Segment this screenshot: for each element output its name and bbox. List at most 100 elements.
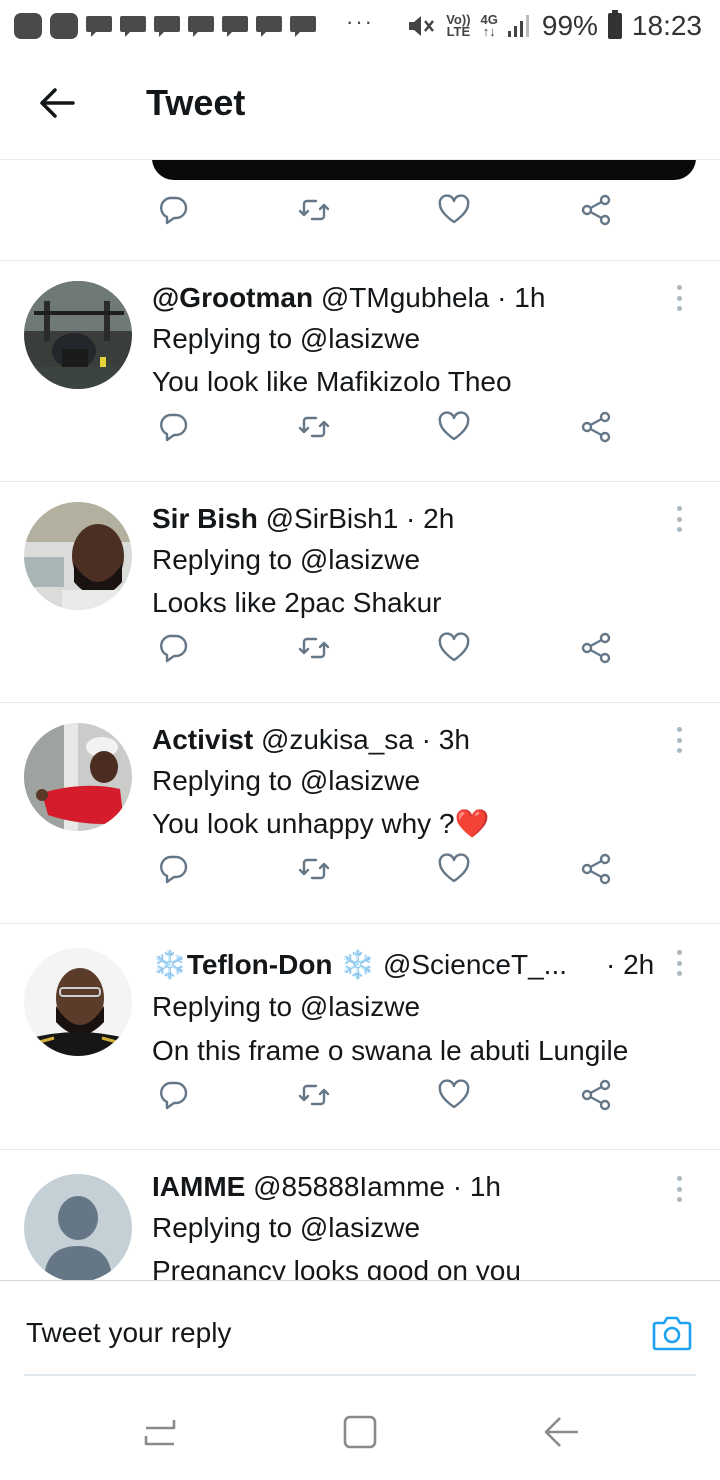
message-notification-icon (86, 16, 112, 37)
display-name[interactable]: IAMME (152, 1171, 245, 1202)
username: @ScienceT_... (382, 949, 568, 980)
reply-button[interactable] (153, 849, 193, 889)
app-notification-icon (50, 13, 78, 39)
share-button[interactable] (576, 628, 616, 668)
replying-to[interactable]: Replying to @lasizwe (152, 1211, 420, 1245)
like-button[interactable] (434, 628, 474, 668)
replying-to[interactable]: Replying to @lasizwe (152, 764, 420, 798)
camera-button[interactable] (650, 1311, 694, 1355)
heart-icon (438, 853, 470, 883)
back-nav-icon (544, 1417, 578, 1447)
replying-to[interactable]: Replying to @lasizwe (152, 322, 420, 356)
retweet-button[interactable] (294, 849, 334, 889)
avatar[interactable] (24, 502, 132, 610)
heart-icon (438, 632, 470, 662)
retweet-icon (298, 858, 330, 880)
app-notification-icon (14, 13, 42, 39)
more-options-button[interactable] (668, 948, 690, 978)
message-notification-icon (256, 16, 282, 37)
tweet-text: Looks like 2pac Shakur (152, 587, 442, 618)
tweet-actions (0, 407, 720, 457)
retweet-button[interactable] (294, 628, 334, 668)
tweet-header: ❄️Teflon-Don ❄️ @ScienceT_... (152, 948, 652, 982)
retweet-icon (298, 199, 330, 221)
more-notifications-icon: ··· (346, 9, 374, 34)
reply-button[interactable] (153, 407, 193, 447)
reply-icon (160, 634, 188, 663)
top-app-bar: Tweet (0, 52, 720, 160)
avatar[interactable] (24, 723, 132, 831)
like-button[interactable] (434, 849, 474, 889)
network-type-indicator: 4G ↑↓ (480, 12, 498, 39)
reply-input[interactable]: Tweet your reply (26, 1317, 231, 1349)
reply-tweet[interactable]: Sir Bish @SirBish1 · 2h Replying to @las… (0, 482, 720, 703)
avatar[interactable] (24, 281, 132, 389)
username-time: @85888Iamme · 1h (253, 1171, 501, 1202)
tweet-text: Pregnancy looks good on you (152, 1255, 521, 1280)
reply-button[interactable] (153, 1075, 193, 1115)
tweet-header: @Grootman @TMgubhela · 1h (152, 281, 652, 315)
battery-percent: 99% (541, 10, 598, 41)
more-options-button[interactable] (668, 504, 690, 534)
like-button[interactable] (434, 1075, 474, 1115)
like-button[interactable] (434, 190, 474, 230)
back-nav-button[interactable] (542, 1412, 582, 1452)
reply-icon (160, 196, 188, 225)
home-icon (343, 1415, 377, 1449)
display-name[interactable]: Activist (152, 724, 253, 755)
retweet-button[interactable] (294, 1075, 334, 1115)
share-icon (581, 194, 611, 226)
username-time: @TMgubhela · 1h (320, 282, 546, 313)
username-time: @zukisa_sa · 3h (260, 724, 470, 755)
clock: 18:23 (631, 10, 702, 41)
tweet-header: Sir Bish @SirBish1 · 2h (152, 502, 652, 536)
retweet-button[interactable] (294, 407, 334, 447)
tweet-actions (0, 628, 720, 678)
reply-tweet[interactable]: ❄️Teflon-Don ❄️ @ScienceT_... · 2h Reply… (0, 924, 720, 1149)
display-name[interactable]: @Grootman (152, 282, 313, 313)
reply-icon (160, 413, 188, 442)
reply-tweet[interactable]: Activist @zukisa_sa · 3h Replying to @la… (0, 703, 720, 924)
reply-icon (160, 1081, 188, 1110)
message-notification-icon (188, 16, 214, 37)
message-notification-icon (120, 16, 146, 37)
replying-to[interactable]: Replying to @lasizwe (152, 543, 420, 577)
tweet-text: You look unhappy why ?❤️ (152, 808, 490, 839)
more-options-button[interactable] (668, 725, 690, 755)
reply-button[interactable] (153, 628, 193, 668)
share-button[interactable] (576, 849, 616, 889)
tweet-time: · 2h (606, 949, 655, 980)
more-options-button[interactable] (668, 1174, 690, 1204)
share-button[interactable] (576, 190, 616, 230)
home-button[interactable] (340, 1412, 380, 1452)
retweet-icon (298, 416, 330, 438)
reply-tweet[interactable]: IAMME @85888Iamme · 1h Replying to @lasi… (0, 1150, 720, 1280)
more-options-button[interactable] (668, 283, 690, 313)
tweet-header: IAMME @85888Iamme · 1h (152, 1170, 652, 1204)
message-notification-icon (290, 16, 316, 37)
back-button[interactable] (36, 82, 78, 124)
mute-icon (409, 16, 435, 36)
share-button[interactable] (576, 407, 616, 447)
heart-icon (438, 1079, 470, 1109)
camera-icon (652, 1316, 692, 1351)
heart-icon (438, 411, 470, 441)
display-name[interactable]: Sir Bish (152, 503, 258, 534)
reply-tweet[interactable]: @Grootman @TMgubhela · 1h Replying to @l… (0, 261, 720, 482)
replying-to[interactable]: Replying to @lasizwe (152, 990, 420, 1024)
default-avatar[interactable] (24, 1174, 132, 1280)
retweet-button[interactable] (294, 190, 334, 230)
avatar[interactable] (24, 948, 132, 1056)
back-arrow-icon (40, 88, 75, 118)
reply-composer: Tweet your reply (0, 1280, 720, 1376)
retweet-icon (298, 1084, 330, 1106)
reply-button[interactable] (153, 190, 193, 230)
recent-apps-button[interactable] (140, 1412, 180, 1452)
tweet-text: You look like Mafikizolo Theo (152, 366, 512, 397)
like-button[interactable] (434, 407, 474, 447)
replies-feed[interactable]: @Grootman @TMgubhela · 1h Replying to @l… (0, 160, 720, 1280)
share-button[interactable] (576, 1075, 616, 1115)
display-name[interactable]: ❄️Teflon-Don ❄️ (152, 949, 375, 980)
system-navigation-bar (0, 1376, 720, 1480)
tweet-media-bottom-edge[interactable] (152, 160, 696, 180)
